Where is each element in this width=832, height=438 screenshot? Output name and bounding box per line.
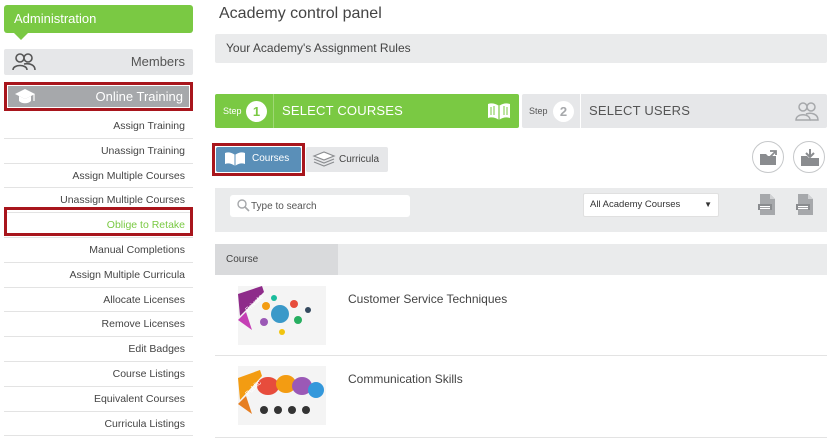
- submenu-item-remove-licenses[interactable]: Remove Licenses: [4, 312, 193, 338]
- sidebar-item-label: Members: [130, 54, 185, 69]
- online-training-background: Online Training: [8, 86, 189, 107]
- tab-courses-label: Courses: [252, 153, 290, 164]
- members-icon: [12, 53, 36, 76]
- export-file-icon[interactable]: [757, 193, 777, 222]
- step-2-select-users[interactable]: Step 2 SELECT USERS: [522, 94, 827, 128]
- submenu-item-curricula-listings[interactable]: Curricula Listings: [4, 412, 193, 437]
- export-pdf-icon[interactable]: [795, 193, 815, 222]
- import-folder-button[interactable]: [752, 141, 784, 173]
- assignment-rules-bar: Your Academy's Assignment Rules: [215, 34, 827, 63]
- submenu-item-unassign-training[interactable]: Unassign Training: [4, 139, 193, 164]
- submenu-item-equivalent-courses[interactable]: Equivalent Courses: [4, 387, 193, 412]
- administration-header-pointer: [14, 33, 28, 40]
- sidebar: Administration Members Online Training A…: [0, 0, 196, 438]
- table-row[interactable]: Public Communication Skills: [215, 356, 827, 438]
- course-filter-value: All Academy Courses: [590, 199, 681, 210]
- tab-curricula[interactable]: Curricula: [306, 147, 388, 172]
- submenu-item-unassign-multiple-courses[interactable]: Unassign Multiple Courses: [4, 188, 193, 214]
- administration-header: Administration: [4, 5, 193, 33]
- column-header-course[interactable]: Course: [215, 244, 338, 275]
- submenu-item-assign-multiple-courses[interactable]: Assign Multiple Courses: [4, 164, 193, 189]
- submenu-item-oblige-to-retake[interactable]: Oblige to Retake: [4, 213, 193, 238]
- submenu-item-allocate-licenses[interactable]: Allocate Licenses: [4, 288, 193, 313]
- submenu-item-assign-training[interactable]: Assign Training: [4, 114, 193, 139]
- search-box[interactable]: [230, 195, 410, 217]
- tab-curricula-label: Curricula: [339, 154, 380, 165]
- step-word: Step: [529, 106, 548, 116]
- course-title[interactable]: Communication Skills: [348, 372, 463, 386]
- submenu-item-assign-multiple-curricula[interactable]: Assign Multiple Curricula: [4, 263, 193, 288]
- submenu-item-edit-badges[interactable]: Edit Badges: [4, 337, 193, 362]
- course-filter-select[interactable]: All Academy Courses ▼: [583, 193, 719, 217]
- open-book-icon: [224, 151, 246, 176]
- table-row[interactable]: Private Customer Service Techniques: [215, 276, 827, 356]
- submenu-item-course-listings[interactable]: Course Listings: [4, 362, 193, 387]
- submenu-item-manual-completions[interactable]: Manual Completions: [4, 238, 193, 263]
- step-divider: [273, 94, 274, 128]
- open-book-icon: [487, 101, 511, 126]
- step-number: 1: [246, 101, 267, 122]
- course-thumbnail: Public: [238, 366, 326, 425]
- chevron-down-icon: ▼: [704, 200, 712, 209]
- search-input[interactable]: [251, 197, 401, 215]
- step-1-select-courses[interactable]: Step 1 SELECT COURSES: [215, 94, 519, 128]
- course-title[interactable]: Customer Service Techniques: [348, 292, 507, 306]
- page-title: Academy control panel: [219, 5, 382, 22]
- tab-courses[interactable]: Courses: [216, 147, 301, 172]
- highlight-box-courses-tab: Courses: [212, 143, 305, 176]
- filter-bar: All Academy Courses ▼: [215, 188, 827, 232]
- folder-upload-icon: [760, 150, 777, 165]
- course-table-header: Course: [215, 244, 827, 275]
- sidebar-item-label: Online Training: [95, 89, 183, 104]
- step-word: Step: [223, 106, 242, 116]
- course-thumbnail: Private: [238, 286, 326, 345]
- users-icon: [795, 101, 819, 126]
- step-label: SELECT COURSES: [282, 103, 404, 118]
- step-number: 2: [553, 101, 574, 122]
- book-stack-icon: [312, 150, 336, 178]
- sidebar-item-members[interactable]: Members: [4, 49, 193, 75]
- search-icon: [237, 199, 250, 217]
- online-training-submenu: Assign Training Unassign Training Assign…: [4, 114, 193, 437]
- step-label: SELECT USERS: [589, 103, 691, 118]
- download-folder-button[interactable]: [793, 141, 825, 173]
- folder-download-icon: [801, 149, 819, 166]
- graduation-cap-icon: [14, 88, 36, 110]
- step-divider: [580, 94, 581, 128]
- sidebar-item-online-training[interactable]: Online Training: [4, 82, 193, 111]
